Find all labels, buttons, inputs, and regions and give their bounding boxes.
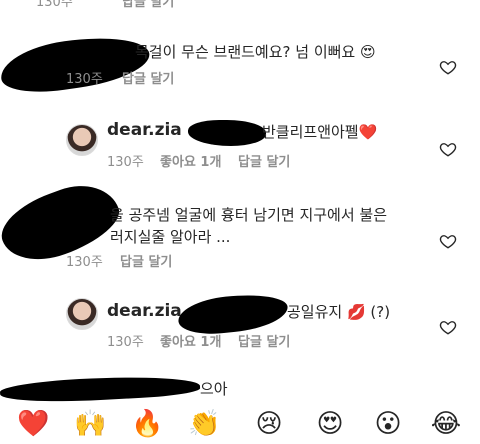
avatar[interactable] xyxy=(66,124,98,156)
surprised-face-emoji[interactable]: 😮 xyxy=(372,408,404,440)
reply-button[interactable]: 답글 달기 xyxy=(238,151,290,170)
like-heart-icon[interactable] xyxy=(439,232,457,250)
comment-text-line-1: 을 공주넴 얼굴에 흉터 남기면 지구에서 불은 xyxy=(110,206,388,224)
redacted-avatar-scribble xyxy=(0,29,153,99)
avatar[interactable] xyxy=(66,298,98,330)
redacted-avatar-scribble xyxy=(0,372,201,406)
crying-face-emoji[interactable]: 😢 xyxy=(253,408,285,440)
like-heart-icon[interactable] xyxy=(439,318,457,336)
comment-text-line-2: 러지실줄 알아라 ... xyxy=(110,228,231,246)
comment-time: 130주 xyxy=(36,0,73,10)
comment-text: 목걸이 무슨 브랜드예요? 넘 이뻐요 😍 xyxy=(135,43,376,61)
heart-eyes-emoji[interactable]: 😍 xyxy=(314,408,346,440)
red-heart-emoji[interactable]: ❤️ xyxy=(17,408,49,440)
reply-text: 반클리프앤아펠❤️ xyxy=(262,123,378,141)
reply-button[interactable]: 답글 달기 xyxy=(122,68,174,87)
reply-button[interactable]: 답글 달기 xyxy=(122,0,174,10)
tears-of-joy-emoji[interactable]: 😂 xyxy=(430,408,462,440)
username[interactable]: dear.zia xyxy=(107,301,182,321)
likes-count-button[interactable]: 좋아요 1개 xyxy=(160,331,221,350)
redacted-mention-scribble xyxy=(188,120,266,146)
clapping-hands-emoji[interactable]: 👏 xyxy=(188,408,220,440)
reply-text: 공일유지 💋 (?) xyxy=(287,303,391,321)
reply-button[interactable]: 답글 달기 xyxy=(120,251,172,270)
emoji-reaction-bar xyxy=(0,404,480,444)
like-heart-icon[interactable] xyxy=(439,140,457,158)
fire-emoji[interactable]: 🔥 xyxy=(131,408,163,440)
reply-button[interactable]: 답글 달기 xyxy=(238,331,290,350)
comment-time: 130주 xyxy=(66,255,103,270)
comment-text: 으아 xyxy=(200,380,228,398)
reply-time: 130주 xyxy=(107,155,144,170)
likes-count-button[interactable]: 좋아요 1개 xyxy=(160,151,221,170)
reply-time: 130주 xyxy=(107,335,144,350)
raising-hands-emoji[interactable]: 🙌 xyxy=(74,408,106,440)
username[interactable]: dear.zia xyxy=(107,120,182,140)
redacted-avatar-scribble xyxy=(0,173,127,273)
comment-time: 130주 xyxy=(66,72,103,87)
like-heart-icon[interactable] xyxy=(439,58,457,76)
